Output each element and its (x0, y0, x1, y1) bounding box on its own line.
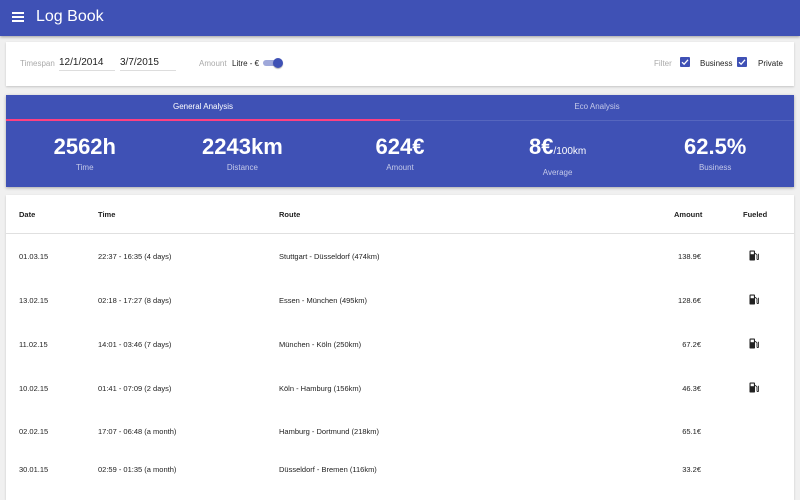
column-header-amount[interactable]: Amount (674, 210, 702, 219)
cell-date: 01.03.15 (19, 252, 49, 261)
tab-eco-analysis[interactable]: Eco Analysis (400, 95, 794, 121)
stat-value: 2243km (202, 134, 283, 159)
column-header-time[interactable]: Time (98, 210, 115, 219)
check-icon (681, 59, 689, 66)
table-row[interactable]: 01.03.15 22:37 - 16:35 (4 days) Stuttgar… (6, 234, 794, 278)
cell-amount: 33.2€ (682, 465, 701, 474)
cell-amount: 138.9€ (678, 252, 701, 261)
cell-date: 11.02.15 (19, 340, 48, 349)
cell-time: 01:41 - 07:09 (2 days) (98, 384, 172, 393)
stat-value: 624€ (375, 134, 425, 159)
menu-icon[interactable] (12, 12, 24, 24)
stat-value: 62.5% (683, 134, 747, 159)
gas-station-icon (749, 250, 759, 261)
stat-business: 62.5% Business (636, 134, 794, 173)
check-icon (738, 59, 746, 66)
stat-value: 8€ (528, 134, 554, 159)
filter-label: Filter (654, 59, 672, 68)
date-from-input[interactable] (59, 55, 115, 71)
column-header-route[interactable]: Route (279, 210, 300, 219)
private-checkbox[interactable] (737, 57, 747, 67)
tab-general-analysis[interactable]: General Analysis (6, 95, 400, 121)
stat-unit: /100km (553, 146, 587, 157)
stats-panel: General Analysis Eco Analysis 2562h Time… (6, 95, 794, 187)
cell-date: 13.02.15 (19, 296, 49, 305)
cell-route: Köln - Hamburg (156km) (279, 384, 362, 393)
cell-date: 10.02.15 (19, 384, 49, 393)
cell-amount: 65.1€ (682, 427, 701, 436)
stat-caption: Time (76, 163, 94, 172)
tab-divider (400, 120, 794, 121)
cell-time: 17:07 - 06:48 (a month) (98, 427, 177, 436)
amount-unit-toggle[interactable] (263, 58, 283, 68)
stat-caption: Average (542, 168, 573, 177)
private-label: Private (758, 59, 783, 68)
trips-table: Date Time Route Amount Fueled 01.03.15 2… (6, 195, 794, 500)
table-row[interactable]: 02.02.15 17:07 - 06:48 (a month) Hamburg… (6, 410, 794, 454)
cell-date: 30.01.15 (19, 465, 49, 474)
cell-route: Hamburg - Dortmund (218km) (279, 427, 380, 436)
toggle-thumb (273, 58, 283, 68)
cell-time: 02:18 - 17:27 (8 days) (98, 296, 172, 305)
gas-station-icon (749, 382, 759, 393)
stat-average: 8€/100km Average (479, 134, 637, 178)
stat-amount: 624€ Amount (321, 134, 479, 173)
filter-bar: Timespan Amount Litre - € Filter Busines… (6, 42, 794, 86)
stat-time: 2562h Time (6, 134, 164, 173)
stat-caption: Business (698, 163, 732, 172)
cell-time: 02:59 - 01:35 (a month) (98, 465, 177, 474)
cell-date: 02.02.15 (19, 427, 49, 436)
gas-station-icon (749, 294, 759, 305)
stat-caption: Amount (386, 163, 414, 172)
business-label: Business (700, 59, 733, 68)
cell-amount: 46.3€ (682, 384, 701, 393)
table-row[interactable]: 11.02.15 14:01 - 03:46 (7 days) München … (6, 322, 794, 366)
app-title: Log Book (36, 8, 104, 25)
stat-value: 2562h (53, 134, 116, 159)
cell-amount: 67.2€ (682, 340, 701, 349)
amount-label: Amount (199, 59, 227, 68)
table-row[interactable]: 10.02.15 01:41 - 07:09 (2 days) Köln - H… (6, 366, 794, 410)
stat-distance: 2243km Distance (164, 134, 322, 173)
column-header-fueled[interactable]: Fueled (743, 210, 767, 219)
cell-time: 22:37 - 16:35 (4 days) (98, 252, 172, 261)
cell-amount: 128.6€ (678, 296, 701, 305)
timespan-label: Timespan (20, 59, 55, 68)
amount-unit-label: Litre - € (232, 59, 260, 68)
cell-route: Essen - München (495km) (279, 296, 367, 305)
stat-caption: Distance (226, 163, 258, 172)
cell-time: 14:01 - 03:46 (7 days) (98, 340, 172, 349)
business-checkbox[interactable] (680, 57, 690, 67)
table-row[interactable]: 13.02.15 02:18 - 17:27 (8 days) Essen - … (6, 278, 794, 322)
app-bar: Log Book (0, 0, 800, 36)
table-row[interactable]: 30.01.15 02:59 - 01:35 (a month) Düsseld… (6, 450, 794, 494)
cell-route: München - Köln (250km) (279, 340, 362, 349)
gas-station-icon (749, 338, 759, 349)
column-header-date[interactable]: Date (19, 210, 35, 219)
date-to-input[interactable] (120, 55, 176, 71)
cell-route: Stuttgart - Düsseldorf (474km) (279, 252, 380, 261)
cell-route: Düsseldorf - Bremen (116km) (279, 465, 377, 474)
